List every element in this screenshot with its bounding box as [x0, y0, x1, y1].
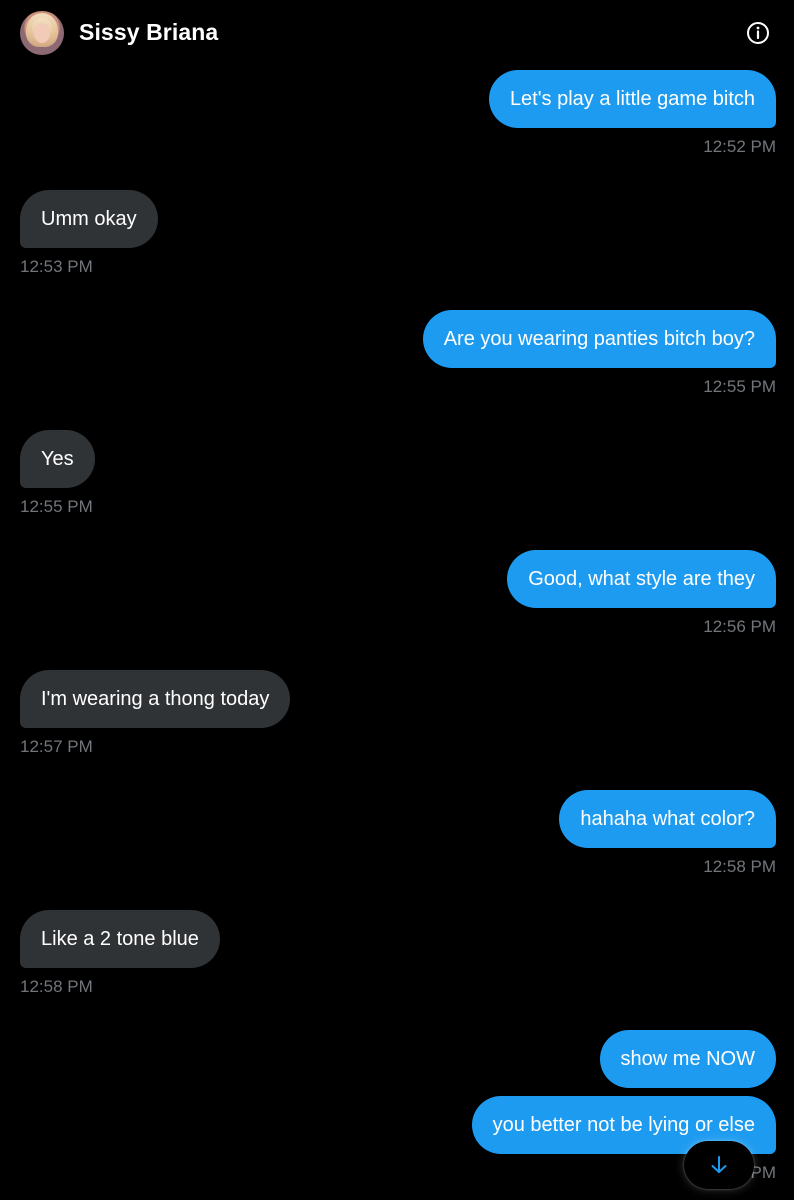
message-bubble-outgoing[interactable]: Let's play a little game bitch — [488, 70, 776, 128]
scroll-to-bottom-button[interactable] — [684, 1141, 754, 1189]
message-bubble-outgoing[interactable]: Good, what style are they — [507, 550, 776, 608]
message-bubble-incoming[interactable]: Umm okay — [20, 190, 158, 248]
message-timestamp: 12:58 PM — [703, 857, 776, 876]
message-timestamp: 12:56 PM — [703, 617, 776, 636]
arrow-down-icon — [711, 1156, 727, 1173]
message-bubble-outgoing[interactable]: show me NOW — [599, 1030, 776, 1088]
message-bubble-outgoing[interactable]: hahaha what color? — [559, 790, 776, 848]
message-timestamp: 12:55 PM — [20, 497, 93, 516]
message-timestamp: 12:52 PM — [703, 137, 776, 156]
message-bubble-incoming[interactable]: Yes — [20, 430, 95, 488]
message-bubble-incoming[interactable]: Like a 2 tone blue — [20, 910, 220, 968]
message-timestamp: PM — [750, 1163, 777, 1182]
message-timestamp: 12:58 PM — [20, 977, 93, 996]
message-bubble-outgoing[interactable]: Are you wearing panties bitch boy? — [422, 310, 776, 368]
message-thread: Let's play a little game bitch 12:52 PM … — [0, 0, 794, 1200]
message-bubble-incoming[interactable]: I'm wearing a thong today — [20, 670, 291, 728]
message-timestamp: 12:55 PM — [703, 377, 776, 396]
message-timestamp: 12:53 PM — [20, 257, 93, 276]
message-timestamp: 12:57 PM — [20, 737, 93, 756]
